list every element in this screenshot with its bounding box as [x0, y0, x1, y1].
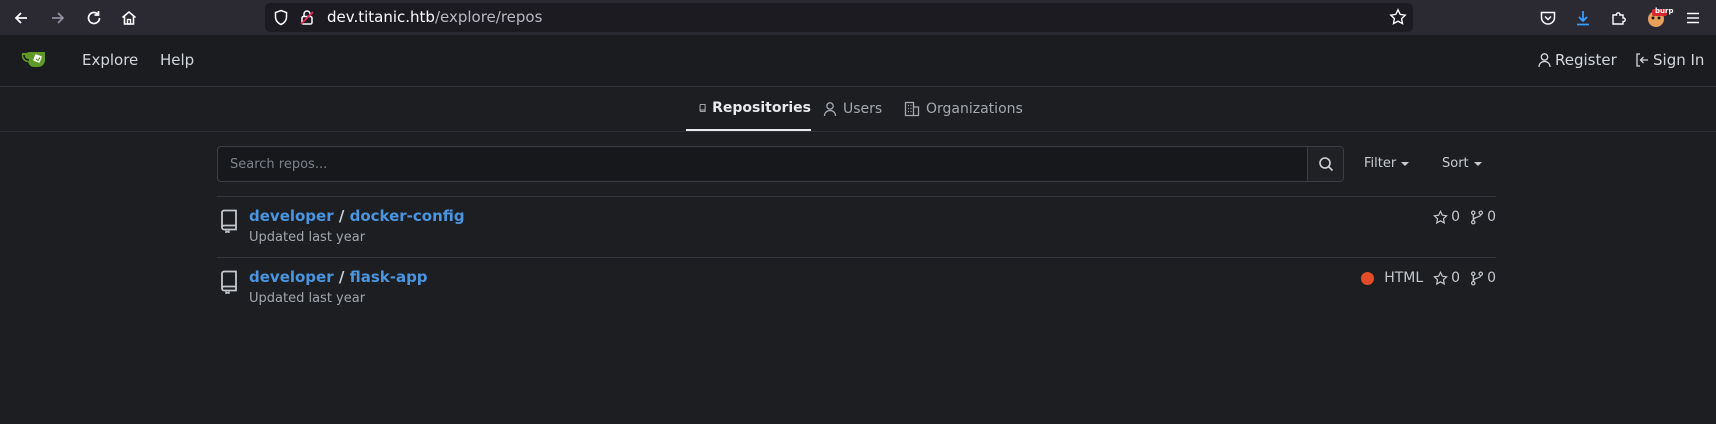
star-icon	[1433, 209, 1449, 224]
repo-item: developer / flask-app Updated last year …	[217, 258, 1496, 318]
back-arrow-icon[interactable]	[10, 7, 32, 29]
nav-explore[interactable]: Explore	[82, 51, 138, 69]
home-icon[interactable]	[118, 7, 140, 29]
tab-organizations[interactable]: Organizations	[904, 87, 1023, 131]
tab-users-label: Users	[843, 101, 883, 117]
repo-title: developer / flask-app	[249, 268, 428, 286]
tab-organizations-label: Organizations	[926, 101, 1023, 117]
repo-stars[interactable]: 0	[1433, 270, 1460, 286]
language-color-dot	[1361, 271, 1375, 285]
pocket-icon[interactable]	[1537, 7, 1559, 29]
tab-repositories[interactable]: Repositories	[686, 87, 811, 131]
nav-help[interactable]: Help	[160, 51, 194, 69]
repo-updated: Updated last year	[249, 291, 366, 306]
repo-separator: /	[338, 207, 345, 225]
reload-icon[interactable]	[83, 7, 105, 29]
sort-label: Sort	[1442, 156, 1469, 171]
repo-icon	[219, 209, 239, 237]
caret-down-icon	[1473, 161, 1482, 166]
browser-toolbar: dev.titanic.htb/explore/repos burp	[0, 0, 1716, 35]
filter-dropdown[interactable]: Filter	[1364, 156, 1410, 171]
fork-icon	[1471, 271, 1484, 285]
sign-in-link[interactable]: Sign In	[1635, 51, 1704, 69]
tab-repositories-label: Repositories	[712, 100, 811, 116]
organization-icon	[904, 101, 920, 117]
url-bar[interactable]: dev.titanic.htb/explore/repos	[265, 3, 1413, 32]
repo-item: developer / docker-config Updated last y…	[217, 197, 1496, 257]
repo-meta: 0 0	[1427, 209, 1496, 225]
lock-insecure-icon[interactable]	[299, 9, 315, 30]
burp-badge-label: burp	[1655, 7, 1674, 15]
repo-forks[interactable]: 0	[1470, 270, 1496, 286]
person-icon	[823, 102, 837, 117]
bookmark-star-icon[interactable]	[1389, 8, 1407, 30]
repo-updated: Updated last year	[249, 230, 366, 245]
repo-star-count: 0	[1451, 270, 1461, 286]
repo-fork-count: 0	[1487, 270, 1496, 286]
extensions-puzzle-icon[interactable]	[1608, 7, 1630, 29]
repo-owner-link[interactable]: developer	[249, 207, 334, 225]
search-button[interactable]	[1307, 146, 1344, 182]
site-header: Explore Help Register Sign In	[0, 35, 1716, 87]
search-input[interactable]	[217, 146, 1308, 182]
sort-dropdown[interactable]: Sort	[1442, 156, 1482, 171]
repo-separator: /	[338, 268, 345, 286]
repo-meta: HTML 0 0	[1361, 270, 1496, 286]
filter-label: Filter	[1364, 156, 1397, 171]
url-text[interactable]: dev.titanic.htb/explore/repos	[327, 8, 542, 26]
gitea-logo-icon[interactable]	[20, 47, 52, 73]
repo-name-link[interactable]: docker-config	[350, 207, 465, 225]
explore-tabs: Repositories Users Organizations	[0, 87, 1716, 132]
download-icon[interactable]	[1572, 7, 1594, 29]
repo-stars[interactable]: 0	[1433, 209, 1460, 225]
forward-arrow-icon[interactable]	[47, 7, 69, 29]
tab-users[interactable]: Users	[823, 87, 882, 131]
repo-icon	[699, 104, 706, 112]
sign-in-icon	[1636, 53, 1648, 67]
repo-title: developer / docker-config	[249, 207, 465, 225]
repo-icon	[219, 270, 239, 298]
search-icon	[1318, 157, 1333, 172]
repo-fork-count: 0	[1487, 209, 1496, 225]
repo-name-link[interactable]: flask-app	[350, 268, 428, 286]
sign-in-label: Sign In	[1653, 51, 1705, 69]
star-icon	[1433, 270, 1449, 285]
caret-down-icon	[1401, 161, 1410, 166]
shield-icon[interactable]	[273, 9, 289, 30]
repo-language: HTML	[1384, 270, 1424, 286]
register-link[interactable]: Register	[1537, 51, 1617, 69]
repo-forks[interactable]: 0	[1470, 209, 1496, 225]
repo-star-count: 0	[1451, 209, 1461, 225]
register-label: Register	[1555, 51, 1617, 69]
hamburger-menu-icon[interactable]	[1682, 7, 1704, 29]
person-icon	[1538, 53, 1551, 68]
burp-extension-icon[interactable]: burp	[1645, 7, 1673, 29]
fork-icon	[1471, 210, 1484, 224]
repo-owner-link[interactable]: developer	[249, 268, 334, 286]
